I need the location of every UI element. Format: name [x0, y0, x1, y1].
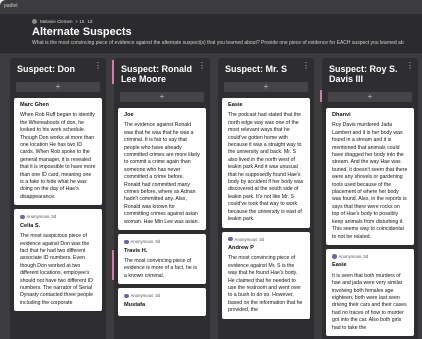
post-body: The most convincing piece of evidence is… — [124, 257, 197, 279]
avatar — [124, 293, 129, 299]
brand-logo[interactable]: padlet — [4, 3, 18, 9]
post-time: 1d — [87, 19, 93, 24]
post-time: 3d — [259, 236, 264, 242]
post-body: The evidence against Ronald was that he … — [124, 122, 200, 225]
add-post-button[interactable]: + — [224, 82, 308, 92]
padlet-screen: padlet Melanie Clemen + 15 1d Alternate … — [0, 0, 422, 339]
page-subtitle: What is the most convincing piece of evi… — [32, 40, 404, 46]
post-byline: Anonymous 3d — [228, 236, 304, 243]
post-card[interactable]: Anonymous 3d Easie It is seen that both … — [326, 248, 414, 336]
post-body: The most convincing piece of evidence ag… — [228, 255, 303, 314]
avatar — [20, 214, 25, 220]
more-icon[interactable]: ⋮ — [198, 62, 206, 70]
accent-line — [112, 60, 114, 84]
post-title: Celia S. — [20, 222, 41, 229]
post-card[interactable]: Anonymous 3d Celia S. The most suspiciou… — [14, 209, 102, 312]
post-title: Easie — [228, 102, 243, 108]
post-time: 3d — [363, 253, 368, 259]
post-body: It is seen that both murders of hae and … — [332, 272, 407, 331]
post-body: The most suspicious piece of evidence ag… — [20, 233, 93, 306]
post-time: 3d — [155, 239, 160, 245]
board-header: Melanie Clemen + 15 1d Alternate Suspect… — [0, 14, 422, 53]
post-body: When Rob Ruff began to identify the Wher… — [20, 112, 96, 200]
likes-count: + 15 — [75, 19, 85, 24]
avatar — [332, 254, 337, 259]
post-title: Joe — [124, 112, 134, 118]
more-icon[interactable]: ⋮ — [406, 62, 414, 70]
add-post-button[interactable]: + — [16, 82, 100, 92]
avatar — [124, 239, 129, 245]
post-card[interactable]: Dhanvi Roy Davis murdered Jada Lambert a… — [326, 108, 414, 245]
column-title: Suspect: Ronald Lee Moore — [121, 64, 193, 84]
post-card[interactable]: Anonymous 3d Mustafa — [118, 288, 206, 316]
board-meta: Melanie Clemen + 15 1d — [32, 19, 92, 24]
post-title: Mustafa — [124, 301, 146, 308]
author-name[interactable]: Melanie Clemen — [40, 19, 73, 24]
post-card[interactable]: Anonymous 3d Travis H. The most convinci… — [118, 234, 206, 285]
avatar — [228, 236, 233, 242]
post-author: Anonymous — [338, 253, 362, 259]
author-avatar — [32, 19, 37, 24]
post-author: Anonymous — [130, 239, 154, 245]
column-title: Suspect: Don — [17, 64, 76, 74]
column-don: Suspect: Don ⋮ + Marc Ghen When Rob Ruff… — [10, 58, 106, 339]
add-post-button[interactable]: + — [120, 92, 204, 102]
column-title: Suspect: Mr. S — [225, 64, 288, 74]
post-time: 3d — [155, 293, 160, 299]
more-icon[interactable]: ⋮ — [302, 62, 310, 70]
post-title: Dhanvi — [332, 112, 351, 118]
post-card[interactable]: Joe The evidence against Ronald was that… — [118, 108, 206, 231]
post-byline: Anonymous 3d — [332, 253, 408, 260]
post-author: Anonymous — [130, 293, 154, 299]
accent-line — [112, 250, 114, 280]
more-icon[interactable]: ⋮ — [94, 62, 102, 70]
post-card[interactable]: Anonymous 3d Andrew P The most convincin… — [222, 231, 310, 319]
post-title: Marc Ghen — [20, 102, 49, 108]
post-byline: Anonymous 3d — [20, 213, 96, 220]
column-title: Suspect: Roy S. Davis III — [329, 64, 398, 84]
accent-line — [320, 90, 322, 102]
post-author: Anonymous — [26, 214, 50, 220]
post-body: Roy Davis murdered Jada Lambert and it i… — [332, 122, 408, 240]
post-title: Easie — [332, 262, 347, 269]
add-post-button[interactable]: + — [328, 92, 412, 102]
column-ronald-lee-moore: Suspect: Ronald Lee Moore ⋮ + Joe The ev… — [114, 58, 210, 339]
post-time: 3d — [51, 214, 56, 220]
post-author: Anonymous — [234, 236, 258, 242]
post-card[interactable]: Easie The podcast had stated that the no… — [222, 98, 310, 228]
column-mr-s: Suspect: Mr. S ⋮ + Easie The podcast had… — [218, 58, 314, 339]
post-title: Andrew P — [228, 244, 254, 251]
column-roy-s-davis: Suspect: Roy S. Davis III ⋮ + Dhanvi Roy… — [322, 58, 418, 339]
post-byline: Anonymous 3d — [124, 292, 200, 299]
post-byline: Anonymous 3d — [124, 238, 200, 245]
post-body: The podcast had stated that the north ed… — [228, 112, 304, 223]
page-title: Alternate Suspects — [32, 26, 132, 38]
post-title: Travis H. — [124, 247, 148, 254]
post-card[interactable]: Marc Ghen When Rob Ruff began to identif… — [14, 98, 102, 206]
